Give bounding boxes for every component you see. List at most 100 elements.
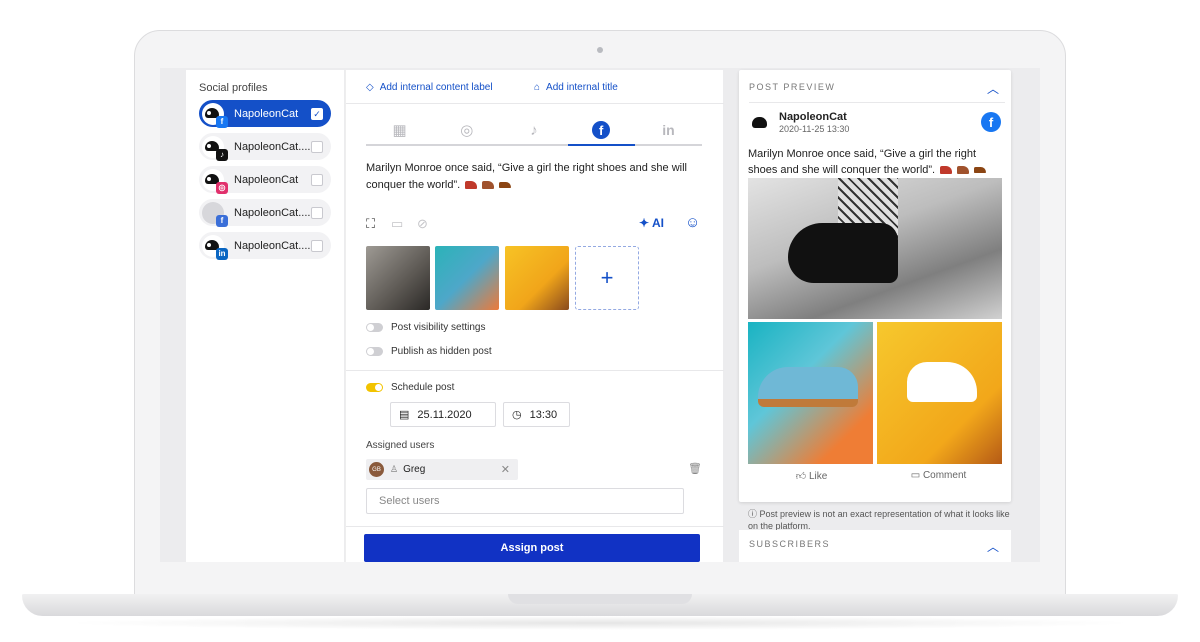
tab-linkedin[interactable]: in bbox=[634, 116, 703, 146]
facebook-icon: f bbox=[592, 121, 611, 139]
profile-checkbox[interactable]: ✓ bbox=[311, 107, 323, 120]
visibility-label: Post visibility settings bbox=[391, 322, 486, 333]
profile-name: NapoleonCat.... bbox=[234, 206, 311, 219]
hidden-post-toggle[interactable] bbox=[366, 347, 383, 356]
post-editor-panel: ◇ Add internal content label ⌂ Add inter… bbox=[345, 70, 724, 562]
media-thumbnail[interactable] bbox=[505, 246, 569, 310]
subscribers-title: SUBSCRIBERS bbox=[749, 539, 831, 549]
user-avatar: GB bbox=[369, 462, 384, 477]
profile-name: NapoleonCat bbox=[234, 173, 299, 186]
preview-text: Marilyn Monroe once said, “Give a girl t… bbox=[748, 146, 1004, 178]
assign-post-button[interactable]: Assign post bbox=[364, 534, 700, 562]
visibility-toggle-row[interactable]: Post visibility settings bbox=[366, 322, 485, 333]
profile-item-instagram[interactable]: ◎ NapoleonCat bbox=[199, 166, 331, 194]
user-name: Greg bbox=[403, 464, 426, 475]
laptop-notch bbox=[508, 594, 692, 604]
like-label: Like bbox=[808, 471, 828, 482]
post-preview-panel: POST PREVIEW ︿ NapoleonCat 2020-11-25 13… bbox=[739, 70, 1011, 502]
add-media-button[interactable]: + bbox=[575, 246, 639, 310]
sparkle-icon: ✦ bbox=[639, 216, 650, 230]
shoe-icon bbox=[974, 167, 987, 174]
select-users-input[interactable]: Select users bbox=[366, 488, 684, 514]
divider bbox=[749, 102, 1005, 103]
remove-user-icon[interactable]: ✕ bbox=[501, 463, 510, 476]
comment-icon: ▭ bbox=[910, 470, 921, 481]
time-field[interactable]: ◷ 13:30 bbox=[503, 402, 570, 427]
profile-avatar: f bbox=[202, 102, 228, 128]
profiles-title: Social profiles bbox=[199, 82, 268, 94]
post-text-area[interactable]: Marilyn Monroe once said, “Give a girl t… bbox=[366, 160, 706, 194]
profile-name: NapoleonCat.... bbox=[234, 140, 311, 153]
trash-icon[interactable]: 🗑 bbox=[688, 462, 702, 475]
chevron-up-icon[interactable]: ︿ bbox=[987, 80, 999, 97]
assigned-user-chip: GB ♙ Greg ✕ bbox=[366, 459, 518, 480]
assigned-users-label: Assigned users bbox=[366, 440, 435, 451]
chevron-up-icon[interactable]: ︿ bbox=[987, 538, 999, 555]
boot-icon bbox=[482, 181, 495, 190]
facebook-icon: f bbox=[216, 115, 228, 128]
thumbs-up-icon: 👍︎ bbox=[795, 471, 807, 482]
media-thumbnail[interactable] bbox=[366, 246, 430, 310]
profile-item-linkedin[interactable]: in NapoleonCat.... bbox=[199, 232, 331, 260]
profile-checkbox[interactable] bbox=[311, 173, 323, 186]
profile-avatar: f bbox=[202, 201, 228, 227]
comment-label: Comment bbox=[922, 470, 967, 481]
instagram-icon: ◎ bbox=[460, 122, 474, 139]
schedule-toggle[interactable] bbox=[366, 383, 383, 392]
profile-avatar: in bbox=[202, 234, 228, 260]
boot-icon bbox=[957, 166, 970, 175]
profile-checkbox[interactable] bbox=[311, 239, 323, 252]
tiktok-icon: ♪ bbox=[530, 121, 538, 139]
preview-image-main bbox=[748, 178, 1002, 319]
laptop-mockup: Social profiles f NapoleonCat ✓ ♪ Napole… bbox=[0, 0, 1200, 642]
calendar-icon: ▤ bbox=[399, 409, 410, 421]
date-field[interactable]: ▤ 25.11.2020 bbox=[390, 402, 496, 427]
post-text: Marilyn Monroe once said, “Give a girl t… bbox=[366, 162, 687, 191]
ai-button[interactable]: ✦ AI bbox=[639, 216, 664, 230]
preview-note: ⓘ Post preview is not an exact represent… bbox=[748, 508, 1010, 532]
preview-actions: 👍︎ Like ▭ Comment bbox=[748, 470, 1002, 484]
high-heel-icon bbox=[465, 181, 478, 190]
schedule-toggle-row[interactable]: Schedule post bbox=[366, 382, 454, 393]
preview-image-left bbox=[748, 322, 873, 464]
add-content-label-link[interactable]: ◇ Add internal content label bbox=[366, 82, 493, 93]
profile-item-facebook-group[interactable]: f NapoleonCat.... bbox=[199, 199, 331, 227]
instagram-icon: ◎ bbox=[216, 181, 228, 194]
hidden-toggle-row[interactable]: Publish as hidden post bbox=[366, 346, 492, 357]
comment-action: ▭ Comment bbox=[875, 470, 1002, 484]
add-content-label-text: Add internal content label bbox=[379, 82, 493, 93]
profile-item-tiktok[interactable]: ♪ NapoleonCat.... bbox=[199, 133, 331, 161]
subscribers-panel: SUBSCRIBERS ︿ bbox=[739, 530, 1011, 562]
shoe-icon bbox=[499, 182, 512, 189]
tab-facebook[interactable]: f bbox=[567, 116, 635, 146]
tab-instagram[interactable]: ◎ bbox=[433, 116, 501, 146]
preview-title: POST PREVIEW bbox=[749, 82, 836, 92]
tag-off-icon[interactable]: ⊘ bbox=[417, 216, 428, 232]
editor-topbar: ◇ Add internal content label ⌂ Add inter… bbox=[346, 70, 724, 104]
crop-icon[interactable]: ⛶ bbox=[366, 216, 375, 232]
date-value: 25.11.2020 bbox=[417, 408, 472, 421]
like-action: 👍︎ Like bbox=[748, 470, 875, 484]
network-tabs: ▦ ◎ ♪ f in bbox=[366, 116, 703, 146]
profile-checkbox[interactable] bbox=[311, 140, 323, 153]
emoji-icon[interactable]: ☺ bbox=[685, 214, 700, 231]
hidden-post-label: Publish as hidden post bbox=[391, 346, 492, 357]
time-value: 13:30 bbox=[529, 408, 558, 421]
profile-name: NapoleonCat.... bbox=[234, 239, 311, 252]
caption-icon[interactable]: ▭ bbox=[391, 216, 403, 232]
media-thumbnail[interactable] bbox=[435, 246, 499, 310]
tab-tiktok[interactable]: ♪ bbox=[500, 116, 568, 146]
tab-google-business[interactable]: ▦ bbox=[366, 116, 434, 146]
facebook-group-icon: f bbox=[216, 214, 228, 227]
camera-icon bbox=[597, 47, 603, 53]
linkedin-icon: in bbox=[662, 122, 675, 138]
divider bbox=[346, 370, 724, 371]
preview-note-text: Post preview is not an exact representat… bbox=[748, 509, 1010, 531]
profile-item-facebook[interactable]: f NapoleonCat ✓ bbox=[199, 100, 331, 128]
add-internal-title-link[interactable]: ⌂ Add internal title bbox=[534, 82, 618, 93]
visibility-toggle[interactable] bbox=[366, 323, 383, 332]
profile-avatar: ♪ bbox=[202, 135, 228, 161]
title-icon: ⌂ bbox=[534, 82, 541, 93]
profile-checkbox[interactable] bbox=[311, 206, 323, 219]
preview-avatar bbox=[749, 112, 771, 134]
